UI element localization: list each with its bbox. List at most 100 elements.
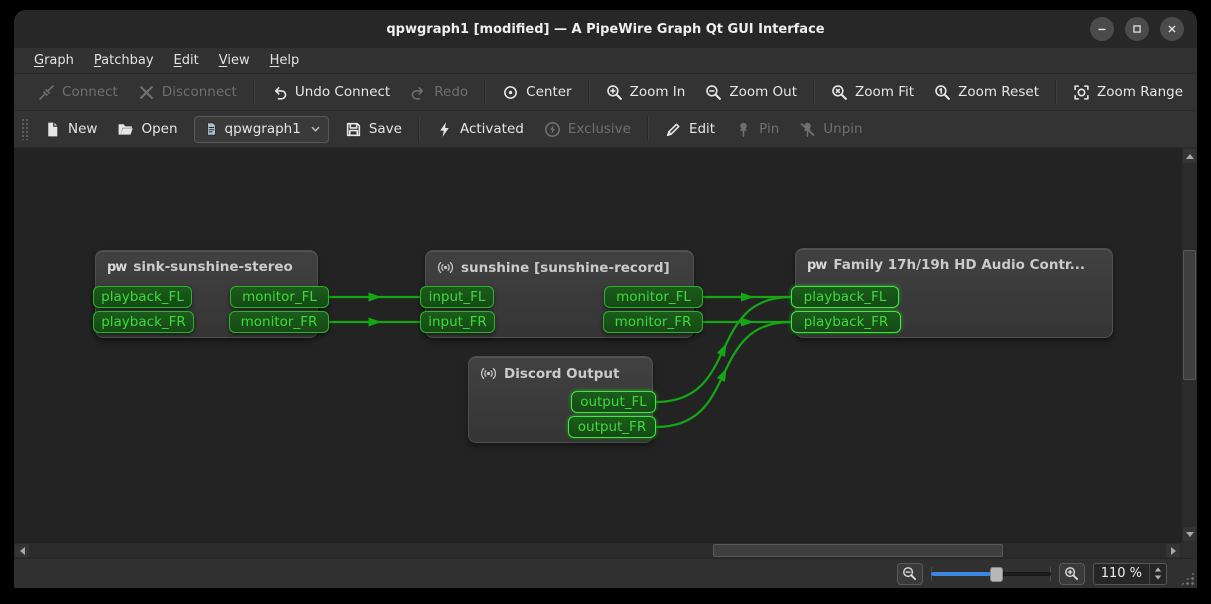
- scroll-down-button[interactable]: [1183, 527, 1196, 541]
- menu-edit[interactable]: Edit: [164, 50, 209, 71]
- window-title: qpwgraph1 [modified] — A PipeWire Graph …: [14, 22, 1197, 37]
- broadcast-icon: [437, 259, 454, 276]
- unpin-label: Unpin: [823, 121, 862, 137]
- horizontal-scrollbar[interactable]: [14, 542, 1181, 558]
- node-title: sunshine [sunshine-record]: [426, 251, 693, 284]
- zoom-spinner-buttons[interactable]: [1149, 564, 1166, 584]
- toolbar-separator: [1055, 80, 1057, 104]
- pipewire-icon: pw: [807, 258, 826, 273]
- unpin-button[interactable]: Unpin: [789, 115, 872, 144]
- port-sink-sunshine-stereo-playback_FR[interactable]: playback_FR: [93, 311, 194, 333]
- maximize-button[interactable]: [1125, 17, 1149, 41]
- port-discord-output-output_FR[interactable]: output_FR: [568, 416, 656, 438]
- undo-connect-label: Undo Connect: [295, 84, 390, 100]
- zoom-reset-button[interactable]: Zoom Reset: [924, 78, 1049, 107]
- menu-graph[interactable]: Graph: [24, 50, 84, 71]
- port-sink-sunshine-stereo-monitor_FR[interactable]: monitor_FR: [229, 311, 329, 333]
- toolbar-separator: [484, 80, 486, 104]
- desktop-background: qpwgraph1 [modified] — A PipeWire Graph …: [0, 0, 1211, 604]
- disconnect-button[interactable]: Disconnect: [128, 78, 247, 107]
- scroll-right-button[interactable]: [1166, 544, 1180, 557]
- zoom-slider[interactable]: [931, 564, 1051, 584]
- redo-button[interactable]: Redo: [400, 78, 478, 107]
- patchbay-file-icon: [203, 121, 219, 137]
- menu-help[interactable]: Help: [260, 50, 310, 71]
- port-family-audio-playback_FL[interactable]: playback_FL: [791, 286, 899, 308]
- new-label: New: [68, 121, 97, 137]
- exclusive-button[interactable]: Exclusive: [534, 115, 641, 144]
- port-sink-sunshine-stereo-monitor_FL[interactable]: monitor_FL: [230, 286, 329, 308]
- port-sunshine-monitor_FR[interactable]: monitor_FR: [603, 311, 703, 333]
- port-sink-sunshine-stereo-playback_FL[interactable]: playback_FL: [93, 286, 192, 308]
- toolbar-separator: [647, 117, 649, 141]
- toolbar-drag-handle[interactable]: [21, 81, 22, 103]
- zoom-in-button[interactable]: Zoom In: [596, 78, 696, 107]
- arrow-down-icon: [1186, 532, 1194, 537]
- graph-canvas[interactable]: pwsink-sunshine-stereoplayback_FLplaybac…: [14, 148, 1181, 542]
- scroll-left-button[interactable]: [15, 544, 29, 557]
- zoom-out-icon: [705, 84, 722, 101]
- zoom-fit-label: Zoom Fit: [855, 84, 914, 100]
- scroll-up-button[interactable]: [1183, 149, 1196, 163]
- statusbar-zoom-out-button[interactable]: [897, 563, 923, 585]
- zoom-in-label: Zoom In: [630, 84, 686, 100]
- center-button[interactable]: Center: [492, 78, 581, 107]
- wire-arrow-icon: [741, 318, 754, 327]
- minimize-icon: [1095, 22, 1109, 36]
- open-button[interactable]: Open: [107, 115, 187, 144]
- minimize-button[interactable]: [1090, 17, 1114, 41]
- zoom-range-label: Zoom Range: [1097, 84, 1183, 100]
- zoom-range-button[interactable]: Zoom Range: [1063, 78, 1193, 107]
- exclusive-label: Exclusive: [568, 121, 631, 137]
- maximize-icon: [1130, 22, 1144, 36]
- menu-patchbay[interactable]: Patchbay: [84, 50, 164, 71]
- save-label: Save: [369, 121, 402, 137]
- window-controls: [1090, 17, 1197, 41]
- new-button[interactable]: New: [34, 115, 107, 144]
- resize-grip[interactable]: [1180, 571, 1195, 586]
- chevron-down-icon: [311, 126, 320, 132]
- vertical-scrollbar-thumb[interactable]: [1183, 250, 1196, 380]
- close-button[interactable]: [1160, 17, 1184, 41]
- port-discord-output-output_FL[interactable]: output_FL: [571, 391, 656, 413]
- zoom-spinbox[interactable]: 110 %: [1093, 563, 1167, 585]
- arrow-right-icon: [1171, 547, 1176, 555]
- node-title-label: sink-sunshine-stereo: [133, 259, 293, 275]
- titlebar[interactable]: qpwgraph1 [modified] — A PipeWire Graph …: [14, 10, 1197, 48]
- save-button[interactable]: Save: [335, 115, 412, 144]
- port-sunshine-input_FR[interactable]: input_FR: [420, 311, 495, 333]
- redo-label: Redo: [434, 84, 468, 100]
- horizontal-scrollbar-thumb[interactable]: [713, 544, 1003, 557]
- port-family-audio-playback_FR[interactable]: playback_FR: [791, 311, 901, 333]
- port-sunshine-input_FL[interactable]: input_FL: [420, 286, 494, 308]
- toolbar-drag-handle[interactable]: [21, 118, 28, 140]
- zoom-fit-icon: [831, 84, 848, 101]
- zoom-slider-fill: [931, 572, 997, 576]
- zoom-reset-label: Zoom Reset: [958, 84, 1039, 100]
- pin-button[interactable]: Pin: [725, 115, 789, 144]
- connect-button[interactable]: Connect: [28, 78, 128, 107]
- patchbay-selector-combo[interactable]: qpwgraph1: [194, 116, 329, 143]
- statusbar-zoom-in-button[interactable]: [1059, 563, 1085, 585]
- close-icon: [1165, 22, 1179, 36]
- zoom-slider-handle[interactable]: [990, 567, 1003, 582]
- port-sunshine-monitor_FL[interactable]: monitor_FL: [604, 286, 703, 308]
- edit-icon: [665, 121, 682, 138]
- unpin-icon: [799, 121, 816, 138]
- zoom-fit-button[interactable]: Zoom Fit: [821, 78, 924, 107]
- toolbar-separator: [588, 80, 590, 104]
- undo-connect-button[interactable]: Undo Connect: [261, 78, 400, 107]
- zoom-out-button[interactable]: Zoom Out: [695, 78, 807, 107]
- menu-view[interactable]: View: [209, 50, 260, 71]
- activated-button[interactable]: Activated: [426, 115, 534, 144]
- node-title-label: sunshine [sunshine-record]: [461, 260, 670, 276]
- spin-up-icon: [1155, 568, 1161, 572]
- zoom-in-icon: [1064, 566, 1079, 581]
- edit-button[interactable]: Edit: [655, 115, 725, 144]
- activated-icon: [436, 121, 453, 138]
- arrow-up-icon: [1186, 154, 1194, 159]
- vertical-scrollbar[interactable]: [1181, 148, 1197, 542]
- wire-arrow-icon: [717, 368, 727, 382]
- node-title: Discord Output: [469, 357, 652, 390]
- toolbar-separator: [813, 80, 815, 104]
